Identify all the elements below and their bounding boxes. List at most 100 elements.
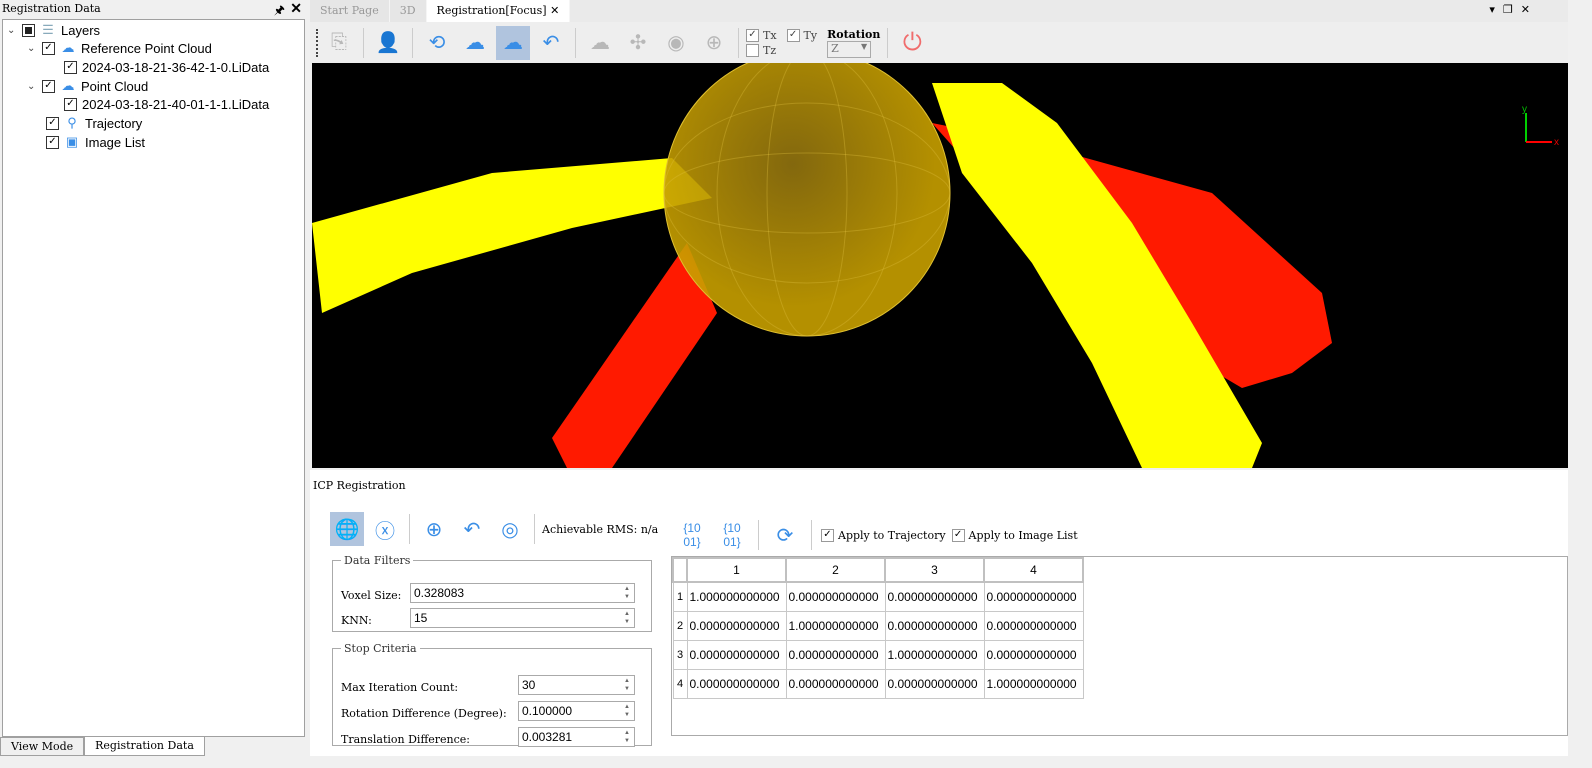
row-header[interactable]: 2 [672, 610, 688, 641]
toolbar: ⎘ 👤 ⟲ ☁ ☁ ↶ ☁ ✣ ◉ ⊕ ✓ Tx ✓ Ty Tz Rotation … [310, 22, 1568, 63]
chevron-down-icon[interactable]: ⌄ [27, 81, 37, 92]
tx-checkbox[interactable]: ✓ Tx [746, 28, 777, 42]
column-header[interactable]: 4 [983, 557, 1084, 583]
achievable-rms: Achievable RMS: n/a [542, 522, 659, 536]
translation-difference-input[interactable]: 0.003281 ▲ ▼ [518, 727, 635, 747]
import-matrix-icon[interactable]: {10 01} [675, 518, 709, 552]
tab-view-mode[interactable]: View Mode [0, 737, 85, 756]
column-header[interactable]: 2 [785, 557, 886, 583]
column-header[interactable]: 1 [686, 557, 787, 583]
checkbox[interactable]: ✓ [46, 135, 59, 149]
transform-matrix-table: 1 2 3 4 1 1.000000000000 0.000000000000 0.00000… [671, 556, 1568, 736]
cloud-focus-icon[interactable]: ☁ [496, 25, 530, 60]
point-cloud-render: y x [312, 63, 1559, 468]
tree-item-reference-point-cloud[interactable]: ⌄ ✓ ☁ Reference Point Cloud [27, 39, 212, 57]
checkbox[interactable] [22, 23, 35, 37]
tab-registration[interactable]: Registration[Focus] ✕ [426, 0, 571, 22]
knn-input[interactable]: 15 ▲ ▼ [410, 608, 635, 628]
matrix-cell[interactable]: 0.000000000000 [686, 639, 787, 670]
close-icon[interactable]: ✕ [1521, 4, 1538, 16]
tab-start-page[interactable]: Start Page [310, 0, 390, 22]
tab-3d[interactable]: 3D [389, 0, 427, 22]
translation-difference-label: Translation Difference: [341, 733, 470, 746]
rotation-select[interactable]: Z ▼ [827, 40, 872, 58]
checkbox[interactable]: ✓ [64, 97, 77, 111]
rotate-axis-icon[interactable]: ⟲ [420, 26, 454, 60]
target-icon[interactable]: ⊕ [697, 26, 731, 60]
matrix-cell[interactable]: 0.000000000000 [785, 668, 886, 699]
matrix-cell[interactable]: 1.000000000000 [884, 639, 985, 670]
restore-icon[interactable]: ❐ [1503, 4, 1521, 16]
chevron-down-icon[interactable]: ⌄ [27, 43, 37, 54]
matrix-cell[interactable]: 0.000000000000 [785, 581, 886, 612]
matrix-cell[interactable]: 0.000000000000 [686, 668, 787, 699]
point-pick-icon[interactable]: ✣ [621, 26, 655, 60]
matrix-cell[interactable]: 0.000000000000 [686, 610, 787, 641]
close-icon[interactable]: ✕ [550, 4, 559, 17]
swap-icon[interactable]: ⟳ [768, 518, 802, 552]
cloud-swap-icon[interactable]: ☁ [583, 26, 617, 60]
checkbox[interactable]: ✓ [42, 79, 55, 93]
apply-image-list-checkbox[interactable]: ✓ Apply to Image List [951, 528, 1078, 542]
undo-icon[interactable]: ↶ [455, 512, 489, 546]
checkbox[interactable]: ✓ [64, 60, 77, 74]
tree-label: Layers [61, 22, 101, 38]
column-header[interactable]: 3 [884, 557, 985, 583]
layer-tree: ⌄ ☰ Layers ⌄ ✓ ☁ Reference Point Cloud ✓ 2024-… [2, 19, 305, 737]
sphere [663, 63, 951, 337]
tab-registration-data[interactable]: Registration Data [84, 737, 205, 756]
toolbar-grip[interactable] [316, 28, 318, 57]
max-iteration-input[interactable]: 30 ▲ ▼ [518, 675, 635, 695]
matrix-cell[interactable]: 1.000000000000 [983, 668, 1084, 699]
tree-item-layers[interactable]: ⌄ ☰ Layers [7, 21, 100, 39]
tree-item-ref-file[interactable]: ✓ 2024-03-18-21-36-42-1-0.LiData [64, 58, 269, 76]
matrix-cell[interactable]: 1.000000000000 [785, 610, 886, 641]
matrix-cell[interactable]: 1.000000000000 [686, 581, 787, 612]
rotation-difference-input[interactable]: 0.100000 ▲ ▼ [518, 701, 635, 721]
chevron-down-icon: ▼ [860, 41, 868, 51]
ty-checkbox[interactable]: ✓ Ty [786, 28, 817, 42]
trajectory-icon: ⚲ [67, 115, 77, 130]
row-header[interactable]: 1 [672, 581, 688, 612]
dropdown-icon[interactable]: ▾ [1489, 4, 1503, 16]
checkbox[interactable]: ✓ [42, 41, 55, 55]
tree-item-image-list[interactable]: ✓ ▣ Image List [46, 133, 145, 151]
import-icon[interactable]: ⎘ [322, 26, 356, 60]
row-header[interactable]: 3 [672, 639, 688, 670]
matrix-cell[interactable]: 0.000000000000 [884, 668, 985, 699]
chevron-down-icon[interactable]: ⌄ [7, 25, 17, 36]
knn-label: KNN: [341, 614, 372, 627]
yellow-cloud-left [312, 158, 712, 313]
cancel-icon[interactable]: ⓧ [368, 512, 402, 546]
row-header[interactable]: 4 [672, 668, 688, 699]
pick-user-icon[interactable]: 👤 [371, 26, 405, 60]
matrix-cell[interactable]: 0.000000000000 [884, 610, 985, 641]
3d-viewport[interactable]: y x [312, 63, 1568, 468]
globe-icon[interactable]: 🌐 [330, 512, 364, 546]
matrix-cell[interactable]: 0.000000000000 [785, 639, 886, 670]
tree-item-trajectory[interactable]: ✓ ⚲ Trajectory [46, 114, 142, 132]
crosshair-icon[interactable]: ⊕ [417, 512, 451, 546]
matrix-cell[interactable]: 0.000000000000 [983, 581, 1084, 612]
undo-icon[interactable]: ↶ [534, 26, 568, 60]
tree-item-point-cloud[interactable]: ⌄ ✓ ☁ Point Cloud [27, 77, 148, 95]
view-focus-icon[interactable]: ◎ [493, 512, 527, 546]
checkbox[interactable]: ✓ [46, 116, 59, 130]
export-matrix-icon[interactable]: {10 01} [715, 518, 749, 552]
matrix-cell[interactable]: 0.000000000000 [983, 610, 1084, 641]
clouds-icon[interactable]: ☁ [458, 26, 492, 60]
power-icon[interactable]: ⏻ [895, 26, 929, 60]
eye-icon[interactable]: ◉ [659, 26, 693, 60]
cloud-icon: ☁ [61, 78, 75, 93]
voxel-size-input[interactable]: 0.328083 ▲ ▼ [410, 583, 635, 603]
tree-label: Image List [85, 134, 145, 150]
tree-item-cloud-file[interactable]: ✓ 2024-03-18-21-40-01-1-1.LiData [64, 95, 269, 113]
layers-icon: ☰ [42, 22, 54, 37]
apply-trajectory-checkbox[interactable]: ✓ Apply to Trajectory [821, 528, 946, 542]
matrix-cell[interactable]: 0.000000000000 [884, 581, 985, 612]
close-icon[interactable]: ✕ [290, 0, 302, 17]
registration-data-panel: Registration Data 🖈 ✕ ⌄ ☰ Layers ⌄ ✓ ☁ Refere… [0, 0, 307, 768]
axis-y-label: y [1522, 104, 1527, 115]
matrix-cell[interactable]: 0.000000000000 [983, 639, 1084, 670]
tz-checkbox[interactable]: Tz [746, 43, 777, 57]
